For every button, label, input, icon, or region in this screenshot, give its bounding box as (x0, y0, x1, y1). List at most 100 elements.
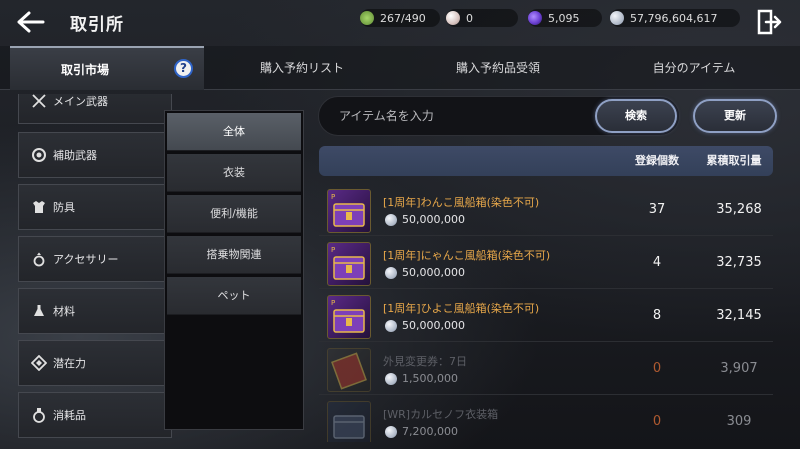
shield-ring-icon (31, 147, 47, 163)
category-material[interactable]: 材料 (18, 288, 172, 334)
category-armor[interactable]: 防具 (18, 184, 172, 230)
column-registered-count: 登録個数 (635, 154, 679, 167)
bag-capacity-value: 267/490 (380, 11, 426, 25)
purple-chest-icon: P (327, 189, 371, 233)
energy-value: 5,095 (548, 11, 580, 25)
purple-chest-icon: P (327, 242, 371, 286)
registered-count: 0 (652, 414, 662, 429)
silver-coin-icon (385, 266, 397, 279)
table-row[interactable]: P [1周年]にゃんこ風船箱(染色不可) 50,000,000 4 32,735 (319, 237, 773, 289)
search-input[interactable] (339, 97, 579, 135)
category-sub-weapon[interactable]: 補助武器 (18, 132, 172, 178)
energy-orb-icon (528, 11, 542, 25)
exit-door-icon[interactable] (756, 9, 782, 35)
subcategory-mount[interactable]: 搭乗物関連 (167, 236, 301, 274)
silver-coin-icon (385, 372, 397, 385)
column-cumulative-volume: 累積取引量 (706, 154, 762, 167)
pearl-icon (446, 11, 460, 25)
category-label: 消耗品 (53, 409, 86, 422)
ticket-icon (327, 348, 371, 392)
search-bar: 検索 (318, 96, 680, 136)
cumulative-volume: 3,907 (720, 361, 758, 376)
tab-reservation-list[interactable]: 購入予約リスト (204, 46, 400, 90)
refresh-button[interactable]: 更新 (693, 99, 777, 133)
category-main-weapon[interactable]: メイン武器 (18, 94, 172, 124)
registered-count: 37 (648, 202, 666, 217)
item-name: [1周年]ひよこ風船箱(染色不可) (383, 302, 540, 315)
svg-text:P: P (331, 246, 335, 254)
category-accessory[interactable]: アクセサリー (18, 236, 172, 282)
silver-value: 57,796,604,617 (630, 11, 718, 25)
item-price: 50,000,000 (385, 319, 465, 332)
silver-coin-icon (385, 425, 397, 438)
item-name: [1周年]わんこ風船箱(染色不可) (383, 196, 540, 209)
armor-icon (31, 199, 47, 215)
category-sidebar: メイン武器 補助武器 防具 アクセサリー 材料 潜在力 消耗品 (18, 94, 174, 440)
silver-display: 57,796,604,617 (610, 9, 740, 27)
ring-icon (31, 251, 47, 267)
svg-text:P: P (331, 193, 335, 201)
category-label: 防具 (53, 201, 75, 214)
price-value: 50,000,000 (402, 266, 465, 279)
search-button[interactable]: 検索 (595, 99, 677, 133)
subcategory-panel: 全体 衣装 便利/機能 搭乗物関連 ペット (164, 110, 304, 430)
registered-count: 8 (652, 308, 662, 323)
item-price: 7,200,000 (385, 425, 458, 438)
item-name: [WR]カルセノフ衣装箱 (383, 408, 499, 421)
table-header: 登録個数 累積取引量 (319, 146, 773, 176)
table-row[interactable]: P [1周年]わんこ風船箱(染色不可) 50,000,000 37 35,268 (319, 184, 773, 236)
purple-chest-icon: P (327, 295, 371, 339)
silver-coin-icon (385, 319, 397, 332)
table-row[interactable]: 外見変更券：7日 1,500,000 0 3,907 (319, 343, 773, 395)
cumulative-volume: 309 (726, 414, 752, 429)
subcategory-utility[interactable]: 便利/機能 (167, 195, 301, 233)
bag-capacity-display: 267/490 (360, 9, 440, 27)
energy-display: 5,095 (528, 9, 602, 27)
cumulative-volume: 32,735 (716, 255, 762, 270)
price-value: 7,200,000 (402, 425, 458, 438)
blue-chest-icon (327, 401, 371, 442)
help-icon[interactable]: ? (174, 59, 193, 78)
cumulative-volume: 35,268 (716, 202, 762, 217)
table-row[interactable]: [WR]カルセノフ衣装箱 7,200,000 0 309 (319, 396, 773, 442)
item-list: P [1周年]わんこ風船箱(染色不可) 50,000,000 37 35,268… (319, 180, 773, 442)
potion-icon (31, 407, 47, 423)
cumulative-volume: 32,145 (716, 308, 762, 323)
tab-market-label: 取引市場 (60, 63, 109, 77)
top-bar: 取引所 267/490 0 5,095 57,796,604,617 (0, 0, 800, 44)
category-label: アクセサリー (53, 253, 119, 266)
registered-count: 0 (652, 361, 662, 376)
category-potential[interactable]: 潜在力 (18, 340, 172, 386)
table-row[interactable]: P [1周年]ひよこ風船箱(染色不可) 50,000,000 8 32,145 (319, 290, 773, 342)
subcategory-all[interactable]: 全体 (167, 113, 301, 151)
pearl-display: 0 (446, 9, 518, 27)
item-name: [1周年]にゃんこ風船箱(染色不可) (383, 249, 551, 262)
crossed-swords-icon (31, 94, 47, 109)
subcategory-costume[interactable]: 衣装 (167, 154, 301, 192)
silver-coin-icon (385, 213, 397, 226)
price-value: 1,500,000 (402, 372, 458, 385)
category-consumable[interactable]: 消耗品 (18, 392, 172, 438)
category-label: メイン武器 (53, 95, 108, 108)
price-value: 50,000,000 (402, 319, 465, 332)
item-name: 外見変更券：7日 (383, 355, 467, 368)
tab-my-items[interactable]: 自分のアイテム (596, 46, 792, 90)
price-value: 50,000,000 (402, 213, 465, 226)
back-arrow-icon[interactable] (14, 7, 46, 37)
pearl-value: 0 (466, 11, 473, 25)
diamond-icon (30, 354, 48, 372)
svg-text:P: P (331, 299, 335, 307)
silver-coin-icon (610, 11, 624, 25)
tab-reservation-receive[interactable]: 購入予約品受領 (400, 46, 596, 90)
category-label: 材料 (53, 305, 75, 318)
item-price: 50,000,000 (385, 266, 465, 279)
tab-bar: 取引市場 ? 購入予約リスト 購入予約品受領 自分のアイテム (0, 46, 800, 90)
item-price: 50,000,000 (385, 213, 465, 226)
subcategory-pet[interactable]: ペット (167, 277, 301, 315)
category-label: 潜在力 (53, 357, 86, 370)
page-title: 取引所 (70, 15, 124, 35)
registered-count: 4 (652, 255, 662, 270)
flask-icon (31, 303, 47, 319)
item-price: 1,500,000 (385, 372, 458, 385)
bag-capacity-icon (360, 11, 374, 25)
